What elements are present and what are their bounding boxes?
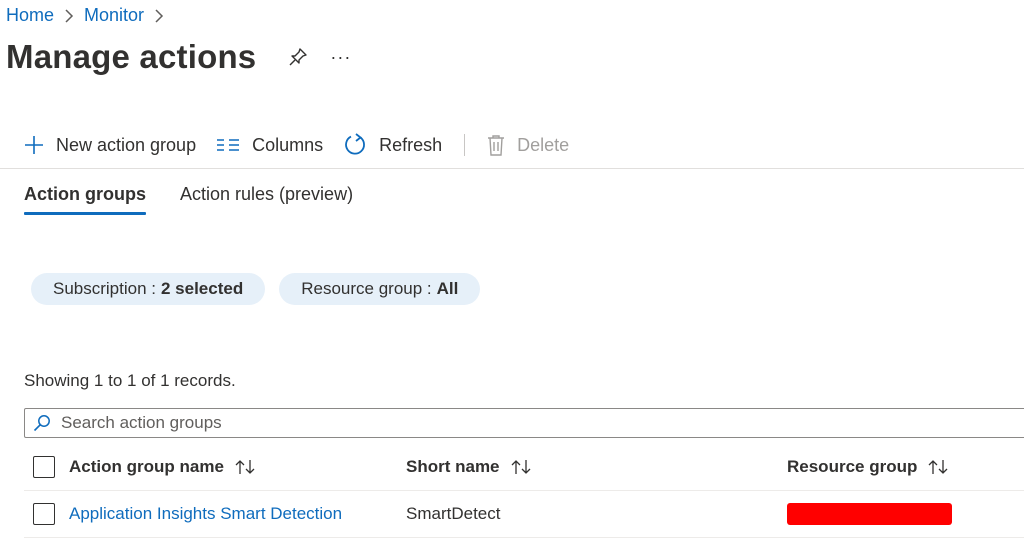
- filter-pills: Subscription : 2 selected Resource group…: [31, 273, 494, 305]
- subscription-filter-label: Subscription :: [53, 279, 156, 298]
- chevron-right-icon: [154, 8, 164, 24]
- columns-label: Columns: [252, 134, 324, 155]
- toolbar-divider: [464, 134, 466, 156]
- cell-short-name: SmartDetect: [406, 504, 501, 523]
- pin-icon[interactable]: [288, 47, 308, 67]
- new-action-group-button[interactable]: New action group: [24, 135, 196, 156]
- more-icon[interactable]: ···: [330, 48, 351, 66]
- records-count: Showing 1 to 1 of 1 records.: [24, 371, 236, 390]
- breadcrumb-home[interactable]: Home: [6, 5, 54, 26]
- column-header-short-name[interactable]: Short name: [406, 457, 787, 477]
- search-box: [24, 408, 1024, 438]
- refresh-label: Refresh: [379, 134, 443, 155]
- column-header-action-group-name[interactable]: Action group name: [24, 456, 406, 478]
- columns-button[interactable]: Columns: [216, 135, 323, 156]
- select-all-checkbox[interactable]: [33, 456, 55, 478]
- refresh-icon: [343, 133, 367, 157]
- chevron-right-icon: [64, 8, 74, 24]
- toolbar-separator: [0, 168, 1024, 169]
- tab-action-groups[interactable]: Action groups: [24, 184, 146, 215]
- sort-icon[interactable]: [510, 459, 532, 475]
- delete-label: Delete: [517, 134, 570, 155]
- column-header-label: Short name: [406, 457, 500, 476]
- columns-icon: [216, 137, 240, 153]
- search-icon: [33, 414, 51, 432]
- tab-action-rules[interactable]: Action rules (preview): [180, 184, 353, 215]
- redacted-resource-group: [787, 503, 952, 525]
- subscription-filter-value: 2 selected: [161, 279, 244, 298]
- cell-action-group-name: Application Insights Smart Detection: [24, 503, 406, 525]
- column-header-resource-group[interactable]: Resource group: [787, 457, 1024, 477]
- plus-icon: [24, 135, 44, 155]
- breadcrumb-monitor[interactable]: Monitor: [84, 5, 144, 26]
- delete-button[interactable]: Delete: [487, 134, 569, 156]
- action-group-link[interactable]: Application Insights Smart Detection: [69, 504, 342, 524]
- table-header-row: Action group name Short name Resource gr…: [24, 444, 1024, 491]
- resource-group-filter-pill[interactable]: Resource group : All: [279, 273, 481, 305]
- new-action-group-label: New action group: [56, 134, 197, 155]
- action-groups-table: Action group name Short name Resource gr…: [24, 444, 1024, 538]
- search-input[interactable]: [59, 412, 1024, 434]
- cell-resource-group: [787, 503, 1024, 525]
- tab-list: Action groups Action rules (preview): [24, 184, 387, 215]
- table-row: Application Insights Smart Detection Sma…: [24, 491, 1024, 538]
- command-bar: New action group Columns Refresh Delete: [24, 130, 589, 160]
- manage-actions-page: Home Monitor Manage actions ··· New acti…: [0, 0, 1024, 538]
- sort-icon[interactable]: [927, 459, 949, 475]
- page-title: Manage actions: [6, 38, 257, 75]
- trash-icon: [487, 134, 505, 156]
- row-checkbox[interactable]: [33, 503, 55, 525]
- resource-group-filter-label: Resource group :: [301, 279, 432, 298]
- breadcrumb: Home Monitor: [6, 5, 174, 26]
- resource-group-filter-value: All: [436, 279, 459, 298]
- subscription-filter-pill[interactable]: Subscription : 2 selected: [31, 273, 266, 305]
- title-row: Manage actions ···: [6, 38, 351, 76]
- refresh-button[interactable]: Refresh: [343, 133, 442, 157]
- sort-icon[interactable]: [234, 459, 256, 475]
- column-header-label: Action group name: [69, 457, 224, 476]
- column-header-label: Resource group: [787, 457, 918, 476]
